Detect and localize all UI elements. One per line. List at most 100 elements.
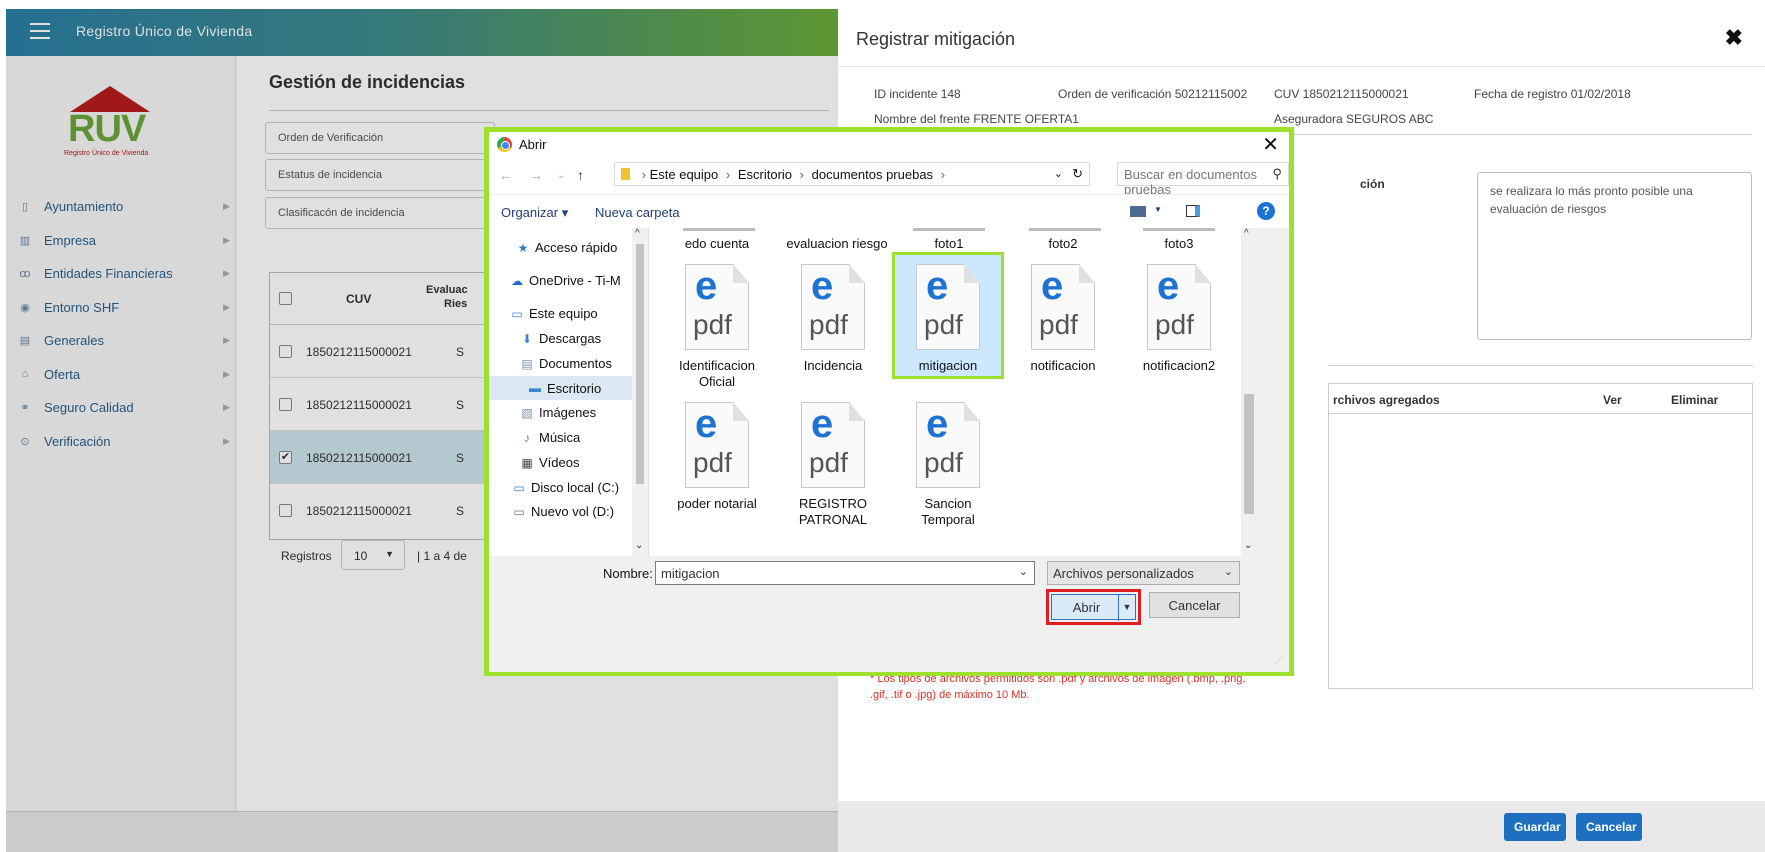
help-icon[interactable]: ? bbox=[1257, 202, 1275, 220]
pdf-file-icon: e pdf bbox=[685, 402, 749, 488]
view-options-icon[interactable] bbox=[1130, 206, 1146, 217]
cancelar-button[interactable]: Cancelar bbox=[1576, 813, 1642, 841]
divider bbox=[1328, 365, 1753, 366]
disk-icon: ▭ bbox=[513, 480, 525, 495]
file-item[interactable]: foto2 bbox=[1013, 236, 1113, 252]
search-icon: ⚲ bbox=[1272, 166, 1282, 181]
caret-down-icon[interactable]: ▼ bbox=[1154, 205, 1162, 214]
preview-pane-icon[interactable] bbox=[1186, 205, 1200, 217]
nav-acceso-rapido[interactable]: ★ Acceso rápido bbox=[515, 240, 618, 255]
abrir-button[interactable]: Abrir ▼ bbox=[1051, 594, 1136, 621]
id-incidente: ID incidente 148 bbox=[874, 87, 961, 101]
forward-arrow-icon[interactable]: → bbox=[529, 167, 543, 183]
breadcrumb-escritorio[interactable]: Escritorio bbox=[738, 167, 792, 182]
orden-verificacion: Orden de verificación 50212115002 bbox=[1058, 87, 1248, 101]
file-item[interactable]: evaluacion riesgo bbox=[777, 236, 897, 252]
file-name: Sancion Temporal bbox=[921, 496, 975, 527]
descripcion-textarea[interactable]: se realizara lo más pronto posible una e… bbox=[1477, 172, 1752, 340]
divider bbox=[1274, 134, 1752, 135]
close-icon[interactable]: ✕ bbox=[1262, 132, 1279, 157]
folder-icon bbox=[621, 168, 630, 180]
file-item-pdf[interactable]: e pdf poder notarial bbox=[667, 402, 767, 512]
breadcrumb-este-equipo[interactable]: Este equipo bbox=[650, 167, 719, 182]
cancelar-dialog-button[interactable]: Cancelar bbox=[1149, 592, 1240, 618]
panel-header: Registrar mitigación ✖ bbox=[838, 9, 1765, 67]
breadcrumb-documentos-pruebas[interactable]: documentos pruebas bbox=[812, 167, 933, 182]
nav-label: Descargas bbox=[539, 331, 602, 346]
file-thumb-edge bbox=[913, 228, 985, 231]
nueva-carpeta-button[interactable]: Nueva carpeta bbox=[595, 205, 680, 220]
file-scroll-thumb[interactable] bbox=[1244, 394, 1254, 514]
nav-documentos[interactable]: ▤ Documentos bbox=[519, 356, 612, 371]
file-item-pdf[interactable]: e pdf Sancion Temporal bbox=[898, 402, 998, 528]
file-thumb-edge bbox=[683, 228, 755, 231]
file-name: Identificacion Oficial bbox=[679, 358, 755, 389]
caret-down-icon[interactable]: ▼ bbox=[1118, 595, 1135, 621]
scroll-down-icon[interactable]: ⌄ bbox=[1244, 540, 1252, 551]
address-bar[interactable]: › Este equipo › Escritorio › documentos … bbox=[614, 162, 1090, 186]
search-placeholder: Buscar en documentos pruebas bbox=[1124, 167, 1257, 197]
nav-videos[interactable]: ▦ Vídeos bbox=[519, 455, 579, 470]
file-name-input[interactable]: mitigacion ⌄ bbox=[655, 561, 1035, 585]
up-arrow-icon[interactable]: ↑ bbox=[577, 167, 584, 183]
abrir-label: Abrir bbox=[1072, 600, 1101, 615]
nav-scrollbar[interactable]: ^ ⌄ bbox=[632, 228, 648, 556]
nav-este-equipo[interactable]: ▭ Este equipo bbox=[509, 306, 597, 321]
cloud-icon: ☁ bbox=[511, 273, 523, 288]
navigation-pane: ★ Acceso rápido ☁ OneDrive - Ti-M ▭ Este eq… bbox=[489, 228, 649, 556]
nav-label: OneDrive - Ti-M bbox=[529, 273, 621, 288]
pdf-file-icon: e pdf bbox=[1031, 264, 1095, 350]
file-item-pdf[interactable]: e pdf notificacion2 bbox=[1129, 264, 1229, 374]
nav-imagenes[interactable]: ▧ Imágenes bbox=[519, 405, 596, 420]
chevron-down-icon[interactable]: ⌄ bbox=[1019, 565, 1028, 578]
breadcrumb-separator-icon: › bbox=[725, 167, 731, 182]
scroll-up-icon[interactable]: ^ bbox=[1244, 228, 1249, 239]
nav-musica[interactable]: ♪ Música bbox=[519, 430, 580, 445]
file-list-scrollbar[interactable]: ^ ⌄ bbox=[1241, 228, 1257, 556]
scroll-up-icon[interactable]: ^ bbox=[635, 228, 640, 239]
nav-scroll-thumb[interactable] bbox=[636, 244, 644, 484]
breadcrumb-separator-icon: › bbox=[940, 167, 946, 182]
dialog-bottom: Nombre: mitigacion ⌄ Archivos personaliz… bbox=[489, 556, 1289, 672]
organizar-button[interactable]: Organizar ▾ bbox=[501, 205, 568, 221]
file-list: edo cuenta evaluacion riesgo foto1 foto2… bbox=[649, 228, 1257, 556]
files-table-header: rchivos agregados Ver Eliminar bbox=[1329, 384, 1752, 414]
pdf-file-icon: e pdf bbox=[801, 264, 865, 350]
address-dropdown-icon[interactable]: ⌄ bbox=[1054, 167, 1063, 180]
file-item-pdf[interactable]: e pdf REGISTRO PATRONAL bbox=[783, 402, 883, 528]
file-type-select[interactable]: Archivos personalizados ⌄ bbox=[1047, 561, 1240, 585]
search-input[interactable]: Buscar en documentos pruebas ⚲ bbox=[1117, 162, 1289, 197]
file-item-pdf[interactable]: e pdf Incidencia bbox=[783, 264, 883, 374]
nav-disco-local-c[interactable]: ▭ Disco local (C:) bbox=[511, 480, 619, 495]
resize-grip-icon[interactable]: ⋰ bbox=[1275, 656, 1283, 665]
file-item-pdf[interactable]: e pdf notificacion bbox=[1013, 264, 1113, 374]
breadcrumb-separator-icon: › bbox=[641, 167, 646, 182]
file-item[interactable]: edo cuenta bbox=[667, 236, 767, 252]
chevron-down-icon: ⌄ bbox=[1223, 566, 1233, 578]
documents-folder-icon: ▤ bbox=[521, 356, 533, 371]
nombre-label: Nombre: bbox=[603, 566, 653, 581]
recent-locations-icon[interactable]: ⌄ bbox=[557, 170, 565, 181]
file-name: notificacion2 bbox=[1142, 358, 1216, 373]
nav-label: Vídeos bbox=[539, 455, 580, 470]
nav-label: Escritorio bbox=[547, 380, 602, 396]
file-name-value: mitigacion bbox=[661, 566, 720, 581]
refresh-icon[interactable]: ↻ bbox=[1072, 166, 1083, 182]
scroll-down-icon[interactable]: ⌄ bbox=[635, 540, 643, 551]
nav-label: Acceso rápido bbox=[535, 240, 618, 255]
file-item-pdf-selected[interactable]: e pdf mitigacion bbox=[892, 252, 1004, 379]
pdf-file-icon: e pdf bbox=[801, 402, 865, 488]
nav-descargas[interactable]: ⬇ Descargas bbox=[519, 331, 601, 346]
desktop-folder-icon: ▬ bbox=[529, 381, 541, 395]
nav-onedrive[interactable]: ☁ OneDrive - Ti-M bbox=[509, 273, 621, 288]
file-item[interactable]: foto3 bbox=[1129, 236, 1229, 252]
close-icon[interactable]: ✖ bbox=[1725, 25, 1743, 51]
file-name: REGISTRO PATRONAL bbox=[798, 496, 868, 527]
nav-nuevo-vol-d[interactable]: ▭ Nuevo vol (D:) bbox=[511, 504, 614, 519]
nav-escritorio[interactable]: ▬ Escritorio bbox=[489, 376, 634, 400]
file-item-pdf[interactable]: e pdf Identificacion Oficial bbox=[667, 264, 767, 390]
file-item[interactable]: foto1 bbox=[899, 236, 999, 252]
back-arrow-icon[interactable]: ← bbox=[499, 167, 513, 183]
file-thumb-edge bbox=[1029, 228, 1101, 231]
guardar-button[interactable]: Guardar bbox=[1504, 813, 1566, 841]
